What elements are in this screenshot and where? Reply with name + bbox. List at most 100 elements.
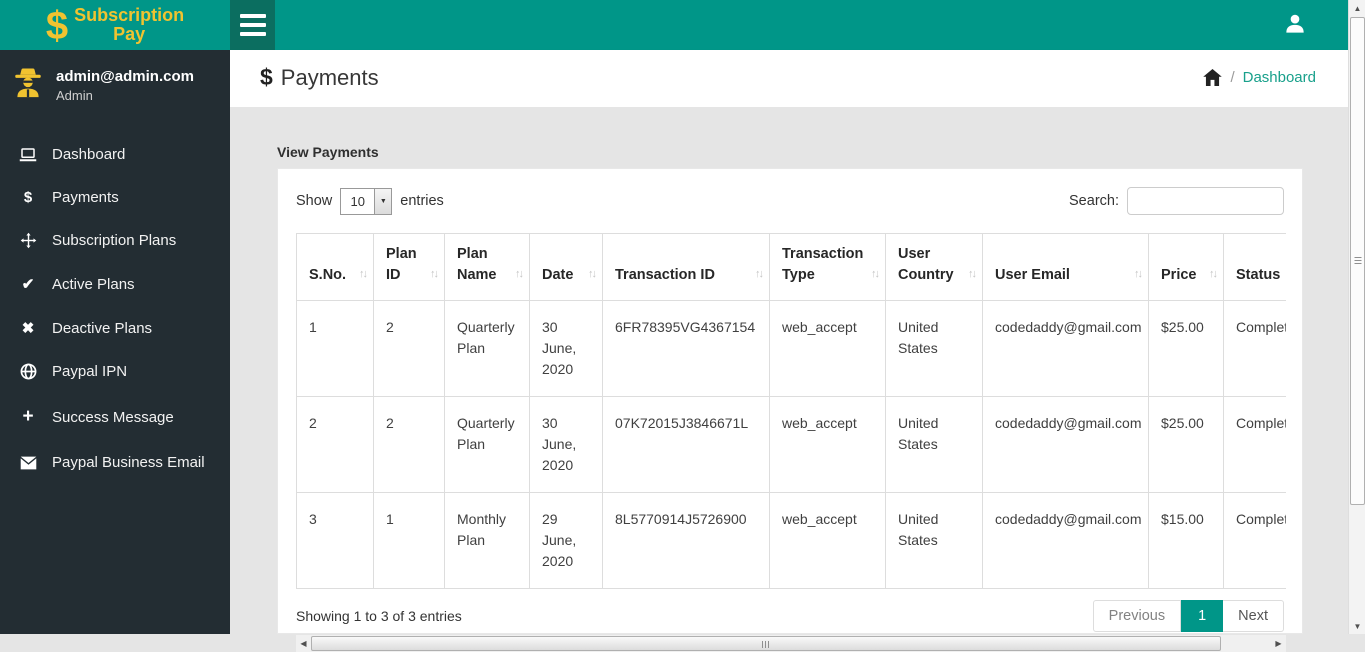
cell-user-country: United States [885,300,983,397]
page-header: $ Payments / Dashboard [230,50,1348,107]
breadcrumb: / Dashboard [1203,69,1316,86]
sort-icon: ↑↓ [968,268,977,280]
sort-icon: ↑↓ [1134,268,1143,280]
move-icon [18,232,38,249]
envelope-icon [18,456,38,470]
topbar [230,0,1348,50]
breadcrumb-link-dashboard[interactable]: Dashboard [1243,69,1316,86]
cell-transaction-type: web_accept [769,396,886,493]
close-icon: ✖ [21,320,35,337]
search-input[interactable] [1127,187,1284,215]
column-header-sno[interactable]: S.No. ↑↓ [296,233,374,301]
cell-plan-name: Quarterly Plan [444,300,530,397]
dollar-icon: $ [23,189,33,206]
sidebar-item-label: Dashboard [52,146,126,163]
cell-plan-id: 2 [373,396,445,493]
sidebar-item-subscription-plans[interactable]: Subscription Plans [0,219,230,262]
search-control: Search: [1069,187,1284,215]
sidebar-item-label: Paypal Business Email [52,454,205,471]
sort-icon: ↑↓ [430,268,439,280]
breadcrumb-separator: / [1230,69,1235,86]
sidebar-item-paypal-business-email[interactable]: Paypal Business Email [0,441,230,484]
vertical-scrollbar-thumb[interactable] [1350,17,1365,505]
cell-plan-id: 2 [373,300,445,397]
page-1-button[interactable]: 1 [1181,600,1224,632]
card-title: View Payments [277,144,379,160]
sidebar-item-dashboard[interactable]: Dashboard [0,133,230,176]
brand-name: Subscription Pay [74,5,185,44]
payments-table: S.No. ↑↓ Plan ID ↑↓ Plan Name ↑↓ Date ↑↓ Tra… [296,233,1286,589]
column-header-transaction-id[interactable]: Transaction ID ↑↓ [602,233,770,301]
scroll-down-arrow-icon[interactable]: ▼ [1349,618,1365,634]
cell-user-country: United States [885,492,983,589]
sidebar-item-deactive-plans[interactable]: ✖ Deactive Plans [0,306,230,350]
column-header-date[interactable]: Date ↑↓ [529,233,603,301]
user-role: Admin [56,88,93,103]
column-header-price[interactable]: Price ↑↓ [1148,233,1224,301]
previous-page-button[interactable]: Previous [1092,600,1182,632]
sort-icon: ↑↓ [515,268,524,280]
cell-transaction-id: 8L5770914J5726900 [602,492,770,589]
cell-user-email: codedaddy@gmail.com [982,300,1149,397]
page-title: $ Payments [260,64,379,90]
pagination: Previous 1 Next [1092,600,1284,632]
home-icon[interactable] [1203,69,1223,86]
column-header-user-country[interactable]: User Country ↑↓ [885,233,983,301]
cell-price: $25.00 [1148,300,1224,397]
scroll-left-arrow-icon[interactable]: ◀ [296,635,311,652]
column-header-user-email[interactable]: User Email ↑↓ [982,233,1149,301]
sidebar-item-success-message[interactable]: + Success Message [0,393,230,441]
sidebar-toggle-button[interactable] [230,0,275,50]
user-panel: admin@admin.com Admin [0,50,230,119]
horizontal-scrollbar[interactable]: ◀ ▶ [296,635,1286,652]
cell-plan-id: 1 [373,492,445,589]
search-label: Search: [1069,193,1119,209]
cell-date: 29 June, 2020 [529,492,603,589]
show-label: Show [296,193,333,209]
scroll-up-arrow-icon[interactable]: ▲ [1349,0,1365,16]
plus-icon: + [22,406,34,427]
table-footer: Showing 1 to 3 of 3 entries Previous 1 N… [296,600,1284,632]
column-header-plan-name[interactable]: Plan Name ↑↓ [444,233,530,301]
table-row: 2 2 Quarterly Plan 30 June, 2020 07K7201… [296,396,1286,493]
cell-user-country: United States [885,396,983,493]
globe-icon [18,363,38,380]
cell-transaction-id: 07K72015J3846671L [602,396,770,493]
sort-icon: ↑↓ [359,268,368,280]
scroll-right-arrow-icon[interactable]: ▶ [1271,635,1286,652]
cell-transaction-type: web_accept [769,492,886,589]
entries-summary: Showing 1 to 3 of 3 entries [296,608,462,624]
next-page-button[interactable]: Next [1223,600,1284,632]
vertical-scrollbar[interactable]: ▲ ▼ [1348,0,1365,634]
cell-sno: 2 [296,396,374,493]
user-email: admin@admin.com [56,68,194,85]
sort-icon: ↑↓ [755,268,764,280]
horizontal-scrollbar-thumb[interactable] [311,636,1221,651]
sidebar-menu: Dashboard $ Payments Subscription Plans … [0,133,230,484]
cell-plan-name: Quarterly Plan [444,396,530,493]
cell-transaction-id: 6FR78395VG4367154 [602,300,770,397]
admin-avatar-icon [10,66,46,105]
sidebar-item-label: Success Message [52,408,174,426]
sidebar-item-paypal-ipn[interactable]: Paypal IPN [0,350,230,393]
table-scroll-region: S.No. ↑↓ Plan ID ↑↓ Plan Name ↑↓ Date ↑↓ Tra… [296,233,1286,589]
brand-logo[interactable]: $ Subscription Pay [0,0,230,50]
length-control: Show 10 ▼ entries [296,187,444,215]
table-header-row: S.No. ↑↓ Plan ID ↑↓ Plan Name ↑↓ Date ↑↓ Tra… [296,233,1286,301]
column-header-status[interactable]: Status [1223,233,1286,301]
cell-plan-name: Monthly Plan [444,492,530,589]
cell-date: 30 June, 2020 [529,300,603,397]
column-header-transaction-type[interactable]: Transaction Type ↑↓ [769,233,886,301]
sidebar-item-label: Deactive Plans [52,319,153,337]
sidebar-item-label: Payments [52,189,119,206]
cell-price: $25.00 [1148,396,1224,493]
cell-sno: 3 [296,492,374,589]
brand-dollar-icon: $ [45,4,69,48]
entries-select[interactable]: 10 ▼ [340,187,393,215]
check-icon: ✔ [21,276,35,293]
cell-sno: 1 [296,300,374,397]
user-menu-icon[interactable] [1282,11,1308,42]
sidebar-item-active-plans[interactable]: ✔ Active Plans [0,262,230,306]
column-header-plan-id[interactable]: Plan ID ↑↓ [373,233,445,301]
sidebar-item-payments[interactable]: $ Payments [0,176,230,219]
